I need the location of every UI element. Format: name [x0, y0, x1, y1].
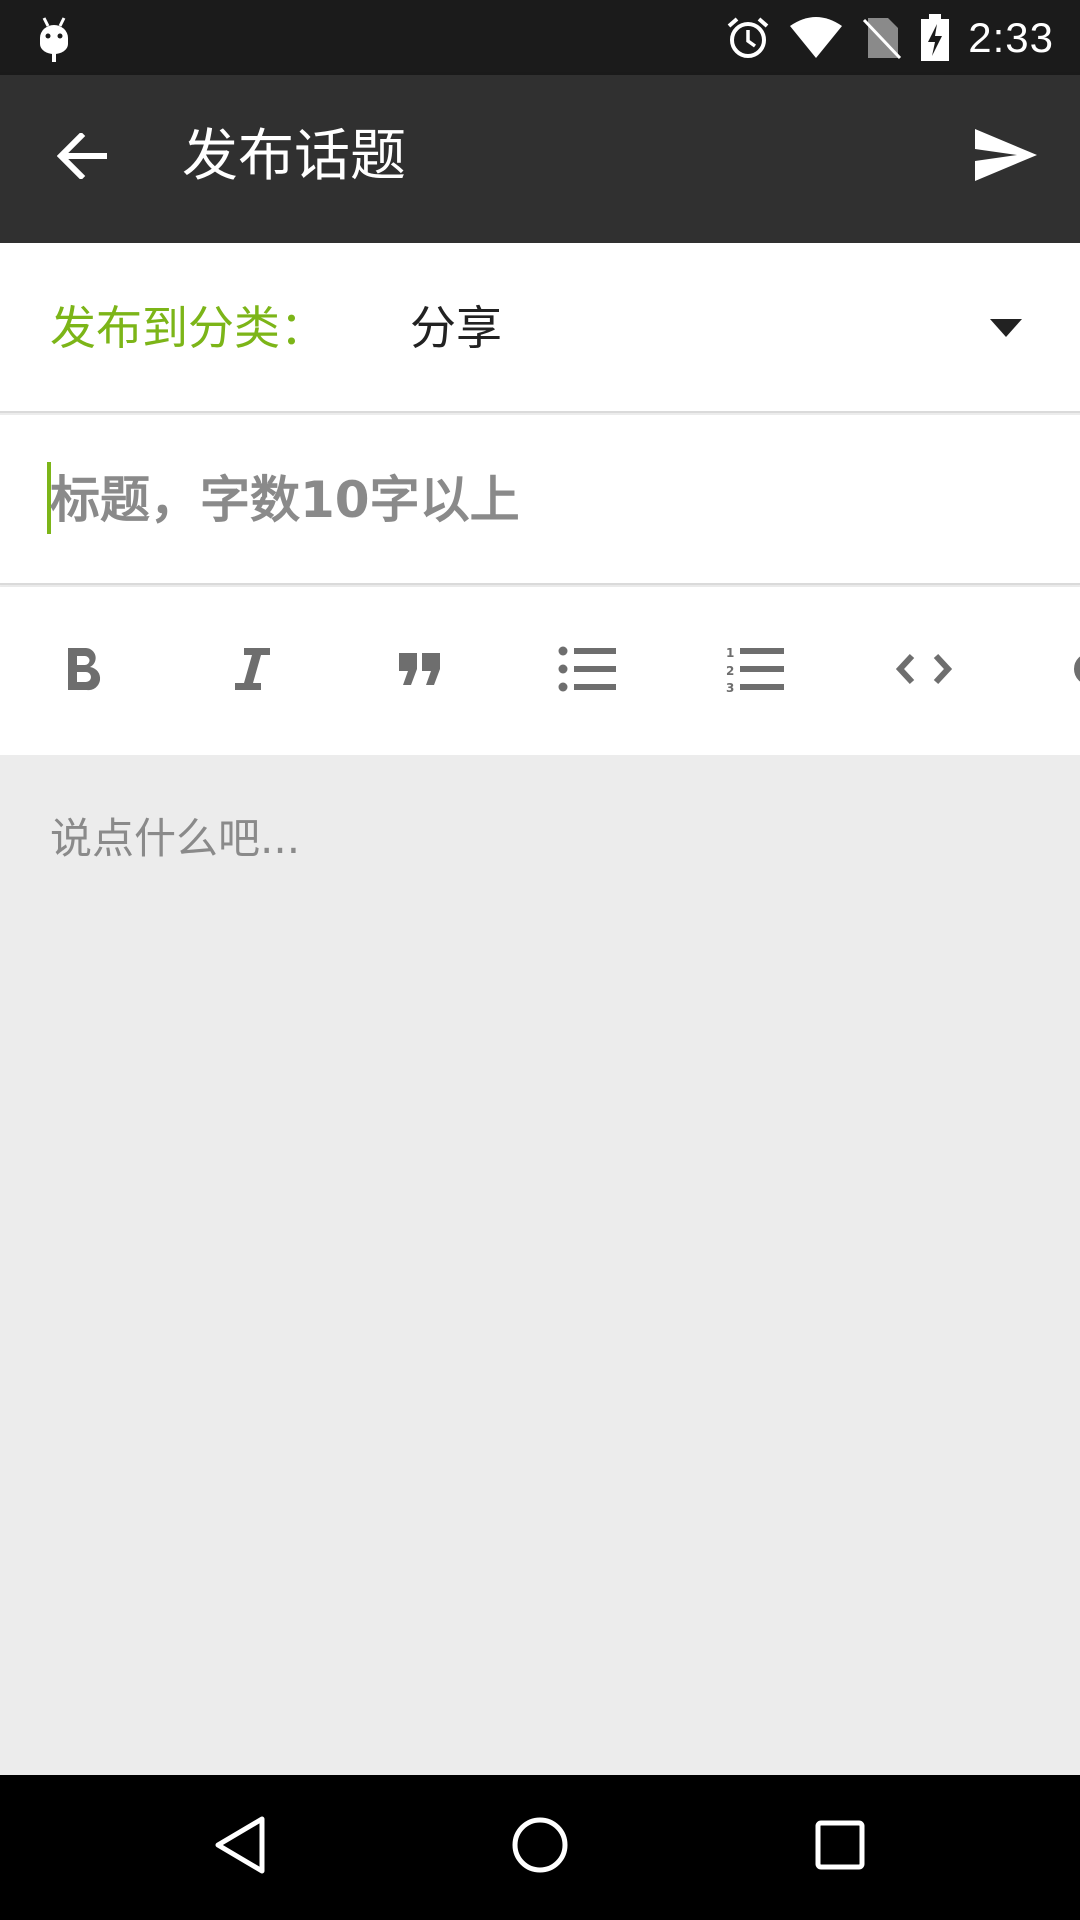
navigation-bar	[0, 1775, 1080, 1920]
more-icon	[1060, 649, 1080, 693]
status-bar: 2:33	[0, 0, 1080, 75]
nav-back-button[interactable]	[190, 1797, 290, 1897]
content-editor	[0, 755, 1080, 1775]
category-selector[interactable]: 发布到分类： 分享	[0, 243, 1080, 413]
numbered-list-icon: 1 2 3	[726, 645, 784, 697]
page-title: 发布话题	[182, 124, 406, 189]
circle-home-icon	[510, 1815, 570, 1879]
battery-charging-icon	[920, 13, 950, 62]
status-icons: 2:33	[726, 0, 1054, 75]
category-label: 发布到分类：	[50, 301, 326, 355]
bulleted-list-button[interactable]	[527, 587, 647, 755]
quote-icon	[397, 651, 443, 691]
bold-icon	[64, 646, 104, 696]
square-recents-icon	[814, 1819, 866, 1875]
nav-home-button[interactable]	[490, 1797, 590, 1897]
no-sim-icon	[862, 16, 902, 60]
title-input[interactable]	[50, 415, 1030, 585]
content-input[interactable]	[50, 805, 1030, 1705]
back-button[interactable]	[50, 125, 116, 191]
bulleted-list-icon	[558, 646, 616, 696]
triangle-back-icon	[212, 1815, 268, 1879]
arrow-back-icon	[56, 131, 109, 183]
svg-text:1: 1	[726, 646, 734, 660]
status-time: 2:33	[968, 13, 1054, 61]
nav-recents-button[interactable]	[790, 1797, 890, 1897]
bold-button[interactable]	[24, 587, 144, 755]
category-value[interactable]: 分享	[410, 243, 502, 413]
title-input-row	[0, 415, 1080, 585]
dropdown-arrow-icon[interactable]	[988, 313, 1024, 343]
more-tool-button[interactable]	[1030, 587, 1080, 755]
formatting-toolbar: 1 2 3	[0, 587, 1080, 755]
code-icon	[895, 652, 953, 690]
wifi-icon	[788, 16, 844, 60]
quote-button[interactable]	[360, 587, 480, 755]
svg-text:2: 2	[726, 664, 734, 678]
svg-text:3: 3	[726, 681, 734, 693]
android-debug-icon	[34, 14, 74, 64]
code-button[interactable]	[864, 587, 984, 755]
numbered-list-button[interactable]: 1 2 3	[695, 587, 815, 755]
italic-button[interactable]	[192, 587, 312, 755]
alarm-icon	[726, 16, 770, 60]
send-button[interactable]	[968, 121, 1044, 193]
italic-icon	[232, 646, 272, 696]
app-bar: 发布话题	[0, 75, 1080, 243]
send-icon	[973, 127, 1039, 187]
